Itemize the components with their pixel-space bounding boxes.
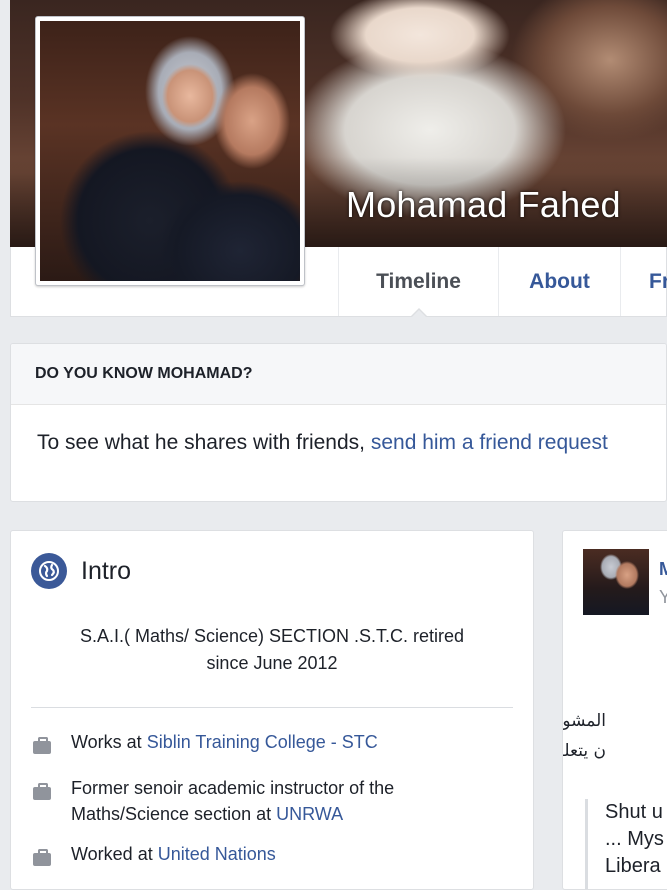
fact-prefix: Worked at (71, 844, 158, 864)
do-you-know-card: DO YOU KNOW MOHAMAD? To see what he shar… (10, 343, 667, 502)
intro-bio-line: since June 2012 (206, 653, 338, 673)
timeline-post-card: M Y المشوار . ن يتعلق Shut u ... Mys Lib… (562, 530, 667, 890)
workplace-link[interactable]: Siblin Training College - STC (147, 732, 378, 752)
fact-prefix: Former senoir academic instructor of the… (71, 778, 395, 824)
profile-name[interactable]: Mohamad Fahed (346, 184, 621, 226)
globe-icon (31, 553, 67, 589)
post-author-avatar[interactable] (583, 549, 649, 615)
do-you-know-heading: DO YOU KNOW MOHAMAD? (11, 344, 666, 405)
tab-friends[interactable]: Fri (620, 247, 667, 316)
intro-header: Intro (31, 553, 131, 589)
briefcase-icon (33, 849, 51, 866)
intro-bio-line: S.A.I.( Maths/ Science) SECTION .S.T.C. … (79, 626, 465, 646)
tab-timeline[interactable]: Timeline (338, 247, 498, 318)
intro-fact-item: Former senoir academic instructor of the… (33, 775, 513, 827)
fact-prefix: Works at (71, 732, 147, 752)
workplace-link[interactable]: UNRWA (276, 804, 343, 824)
quote-line: Libera (605, 855, 661, 877)
send-friend-request-link[interactable]: send him a friend request (371, 431, 608, 454)
do-you-know-text: To see what he shares with friends, send… (11, 405, 666, 455)
tab-about[interactable]: About (498, 247, 620, 316)
shared-quote: Shut u ... Mys Libera (585, 799, 667, 889)
post-text-line: المشوار . (563, 711, 606, 731)
intro-facts-list: Works at Siblin Training College - STC F… (33, 729, 513, 887)
post-author-name[interactable]: M (659, 559, 667, 580)
workplace-link[interactable]: United Nations (158, 844, 276, 864)
intro-card: Intro S.A.I.( Maths/ Science) SECTION .S… (10, 530, 534, 890)
post-timestamp[interactable]: Y (659, 587, 667, 608)
intro-fact-item: Worked at United Nations (33, 841, 513, 873)
do-you-know-prompt: To see what he shares with friends, (37, 431, 371, 454)
intro-fact-item: Works at Siblin Training College - STC (33, 729, 513, 761)
intro-title: Intro (81, 556, 132, 585)
profile-picture[interactable] (35, 16, 305, 286)
quote-line: Shut u (605, 801, 663, 823)
intro-bio: S.A.I.( Maths/ Science) SECTION .S.T.C. … (11, 623, 533, 677)
profile-tabs: Timeline About Fri (338, 247, 667, 318)
post-text-line: ن يتعلق (563, 741, 606, 761)
profile-photo-image (40, 21, 300, 281)
quote-line: ... Mys (605, 828, 664, 850)
intro-divider (31, 707, 513, 708)
briefcase-icon (33, 783, 51, 800)
briefcase-icon (33, 737, 51, 754)
